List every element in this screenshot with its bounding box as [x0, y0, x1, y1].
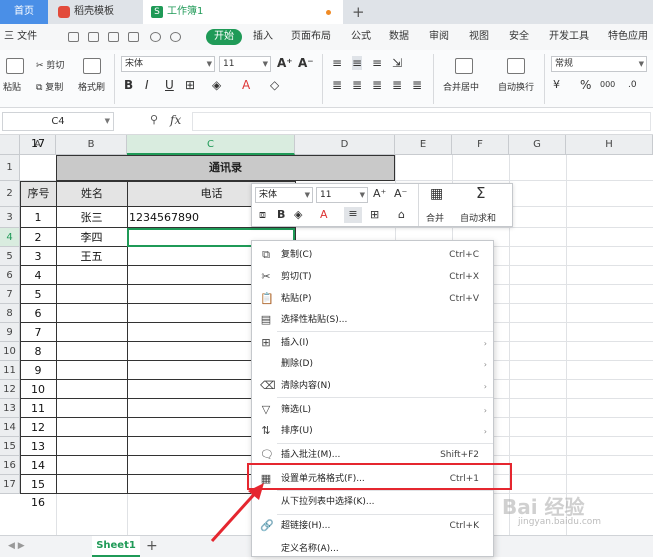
annotation-arrow-icon	[210, 483, 264, 543]
watermark-url: jingyan.baidu.com	[518, 517, 602, 527]
watermark-logo: Bai 经验	[502, 495, 585, 519]
